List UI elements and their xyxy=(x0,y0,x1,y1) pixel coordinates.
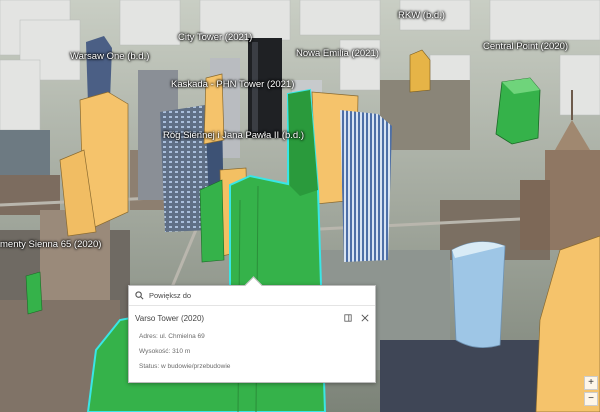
label-rkw: RKW (b.d.) xyxy=(398,10,445,21)
building-small-green[interactable] xyxy=(25,271,43,315)
feature-popup: Powiększ do Varso Tower (2020) Adres: ul… xyxy=(128,276,376,383)
building-striped-tower[interactable] xyxy=(340,110,392,262)
building-central-point[interactable] xyxy=(495,77,541,145)
label-sienna65: menty Sienna 65 (2020) xyxy=(0,239,102,250)
attribute-height: Wysokość: 310 m xyxy=(139,348,191,355)
label-central-point: Central Point (2020) xyxy=(483,41,569,52)
attribute-status: Status: w budowie/przebudowie xyxy=(139,363,231,370)
building-green-mid[interactable] xyxy=(199,179,225,263)
close-icon[interactable] xyxy=(361,314,369,322)
minus-icon[interactable]: − xyxy=(584,392,598,406)
plus-icon[interactable]: + xyxy=(584,376,598,390)
label-rog-siennej: Róg Siennej i Jana Pawła II (b.d.) xyxy=(163,130,304,141)
building-curved-glass[interactable] xyxy=(451,241,506,348)
label-kaskada: Kaskada - PHN Tower (2021) xyxy=(171,79,295,90)
search-icon xyxy=(135,291,144,300)
label-city-tower: City Tower (2021) xyxy=(178,32,253,43)
label-warsaw-one: Warsaw One (b.d.) xyxy=(70,51,150,62)
zoom-to-action[interactable]: Powiększ do xyxy=(129,286,375,306)
label-nowa-emilia: Nowa Emilia (2021) xyxy=(296,48,379,59)
dock-icon[interactable] xyxy=(344,314,352,322)
building-gold-crown[interactable] xyxy=(409,49,431,93)
zoom-to-label: Powiększ do xyxy=(149,291,192,300)
attribute-address: Adres: ul. Chmielna 69 xyxy=(139,333,205,340)
popup-title: Varso Tower (2020) xyxy=(135,313,205,323)
